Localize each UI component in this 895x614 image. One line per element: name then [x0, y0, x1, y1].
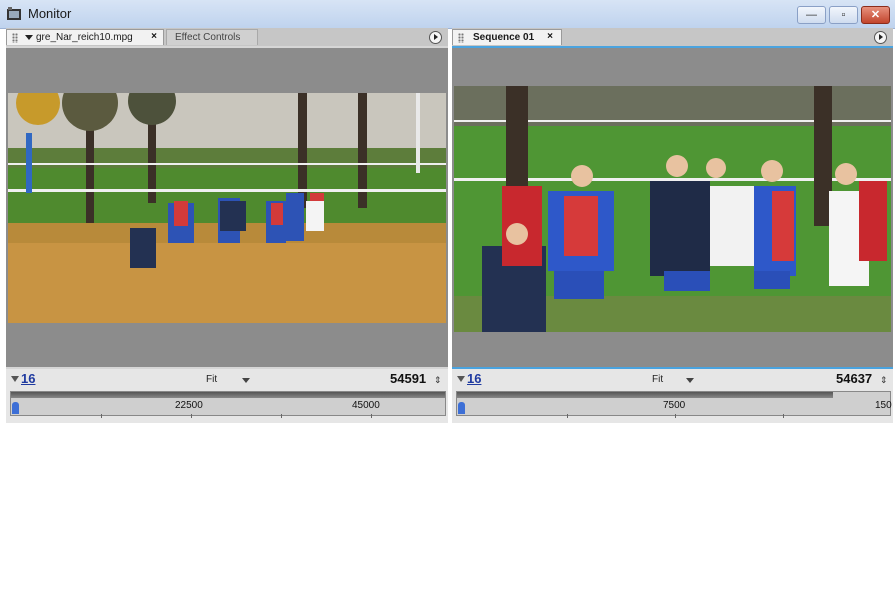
tab-sequence[interactable]: Sequence 01 × — [452, 29, 562, 45]
source-monitor-panel: gre_Nar_reich10.mpg × Effect Controls 16… — [6, 28, 448, 423]
program-zoom-select[interactable]: Fit — [652, 374, 663, 385]
tab-close-icon[interactable]: × — [149, 32, 159, 42]
ruler-tick — [191, 414, 192, 418]
in-point-marker-icon[interactable] — [11, 376, 19, 382]
ruler-tick — [281, 414, 282, 418]
source-video-frame[interactable] — [8, 93, 446, 323]
ruler-tick — [675, 414, 676, 418]
tab-source-clip[interactable]: gre_Nar_reich10.mpg × — [6, 29, 164, 45]
ruler-tick — [783, 414, 784, 418]
panel-menu-icon[interactable] — [429, 31, 442, 44]
clip-dropdown-icon[interactable] — [25, 35, 33, 40]
source-video-area — [6, 48, 448, 367]
program-controls: 16 Fit 54637 ⇕ 7500 150 — [452, 369, 893, 423]
source-zoom-select[interactable]: Fit — [206, 374, 217, 385]
minimize-icon: — — [806, 9, 817, 21]
program-video-area — [452, 48, 893, 367]
monitor-app-icon — [7, 7, 21, 20]
program-in-point-timecode[interactable]: 16 — [467, 371, 481, 386]
program-video-image — [454, 86, 891, 332]
ruler-tick — [567, 414, 568, 418]
duration-toggle-icon[interactable]: ⇕ — [434, 375, 442, 386]
source-tab-strip: gre_Nar_reich10.mpg × Effect Controls — [6, 28, 448, 46]
ruler-tick — [101, 414, 102, 418]
playhead-icon[interactable] — [12, 402, 19, 414]
playhead-icon[interactable] — [458, 402, 465, 414]
program-tab-strip: Sequence 01 × — [452, 28, 893, 46]
ruler-label: 7500 — [663, 400, 686, 411]
program-time-ruler[interactable]: 7500 150 — [456, 391, 892, 418]
program-duration-timecode[interactable]: 54637 — [836, 371, 872, 386]
program-zoom-bar[interactable] — [457, 392, 833, 398]
source-duration-timecode[interactable]: 54591 — [390, 371, 426, 386]
maximize-button[interactable]: ▫ — [829, 6, 858, 24]
ruler-label: 22500 — [175, 400, 203, 411]
source-controls: 16 Fit 54591 ⇕ 22500 45000 — [6, 369, 448, 423]
close-icon: ✕ — [870, 9, 881, 21]
close-button[interactable]: ✕ — [861, 6, 890, 24]
tab-effect-controls[interactable]: Effect Controls — [166, 29, 258, 45]
source-zoom-bar[interactable] — [11, 392, 445, 398]
tab-close-icon[interactable]: × — [545, 32, 555, 42]
ruler-tick — [371, 414, 372, 418]
minimize-button[interactable]: — — [797, 6, 826, 24]
tab-effect-controls-label: Effect Controls — [175, 32, 241, 43]
drag-grip-icon[interactable] — [12, 33, 18, 43]
source-time-ruler[interactable]: 22500 45000 — [10, 391, 446, 418]
zoom-dropdown-icon[interactable] — [242, 378, 250, 383]
program-monitor-panel: Sequence 01 × 16 Fit 54637 ⇕ 7500 150 — [452, 28, 893, 423]
panel-menu-icon[interactable] — [874, 31, 887, 44]
in-point-marker-icon[interactable] — [457, 376, 465, 382]
drag-grip-icon[interactable] — [458, 33, 464, 43]
window-title: Monitor — [28, 6, 72, 21]
zoom-dropdown-icon[interactable] — [686, 378, 694, 383]
ruler-label: 45000 — [352, 400, 380, 411]
source-in-point-timecode[interactable]: 16 — [21, 371, 35, 386]
program-video-frame[interactable] — [454, 86, 891, 332]
window-title-bar[interactable]: Monitor — ▫ ✕ — [0, 0, 895, 29]
source-video-image — [8, 93, 446, 323]
duration-toggle-icon[interactable]: ⇕ — [880, 375, 888, 386]
ruler-label: 150 — [875, 400, 892, 411]
maximize-icon: ▫ — [841, 9, 846, 21]
tab-source-clip-label: gre_Nar_reich10.mpg — [36, 32, 133, 43]
tab-sequence-label: Sequence 01 — [473, 32, 535, 43]
